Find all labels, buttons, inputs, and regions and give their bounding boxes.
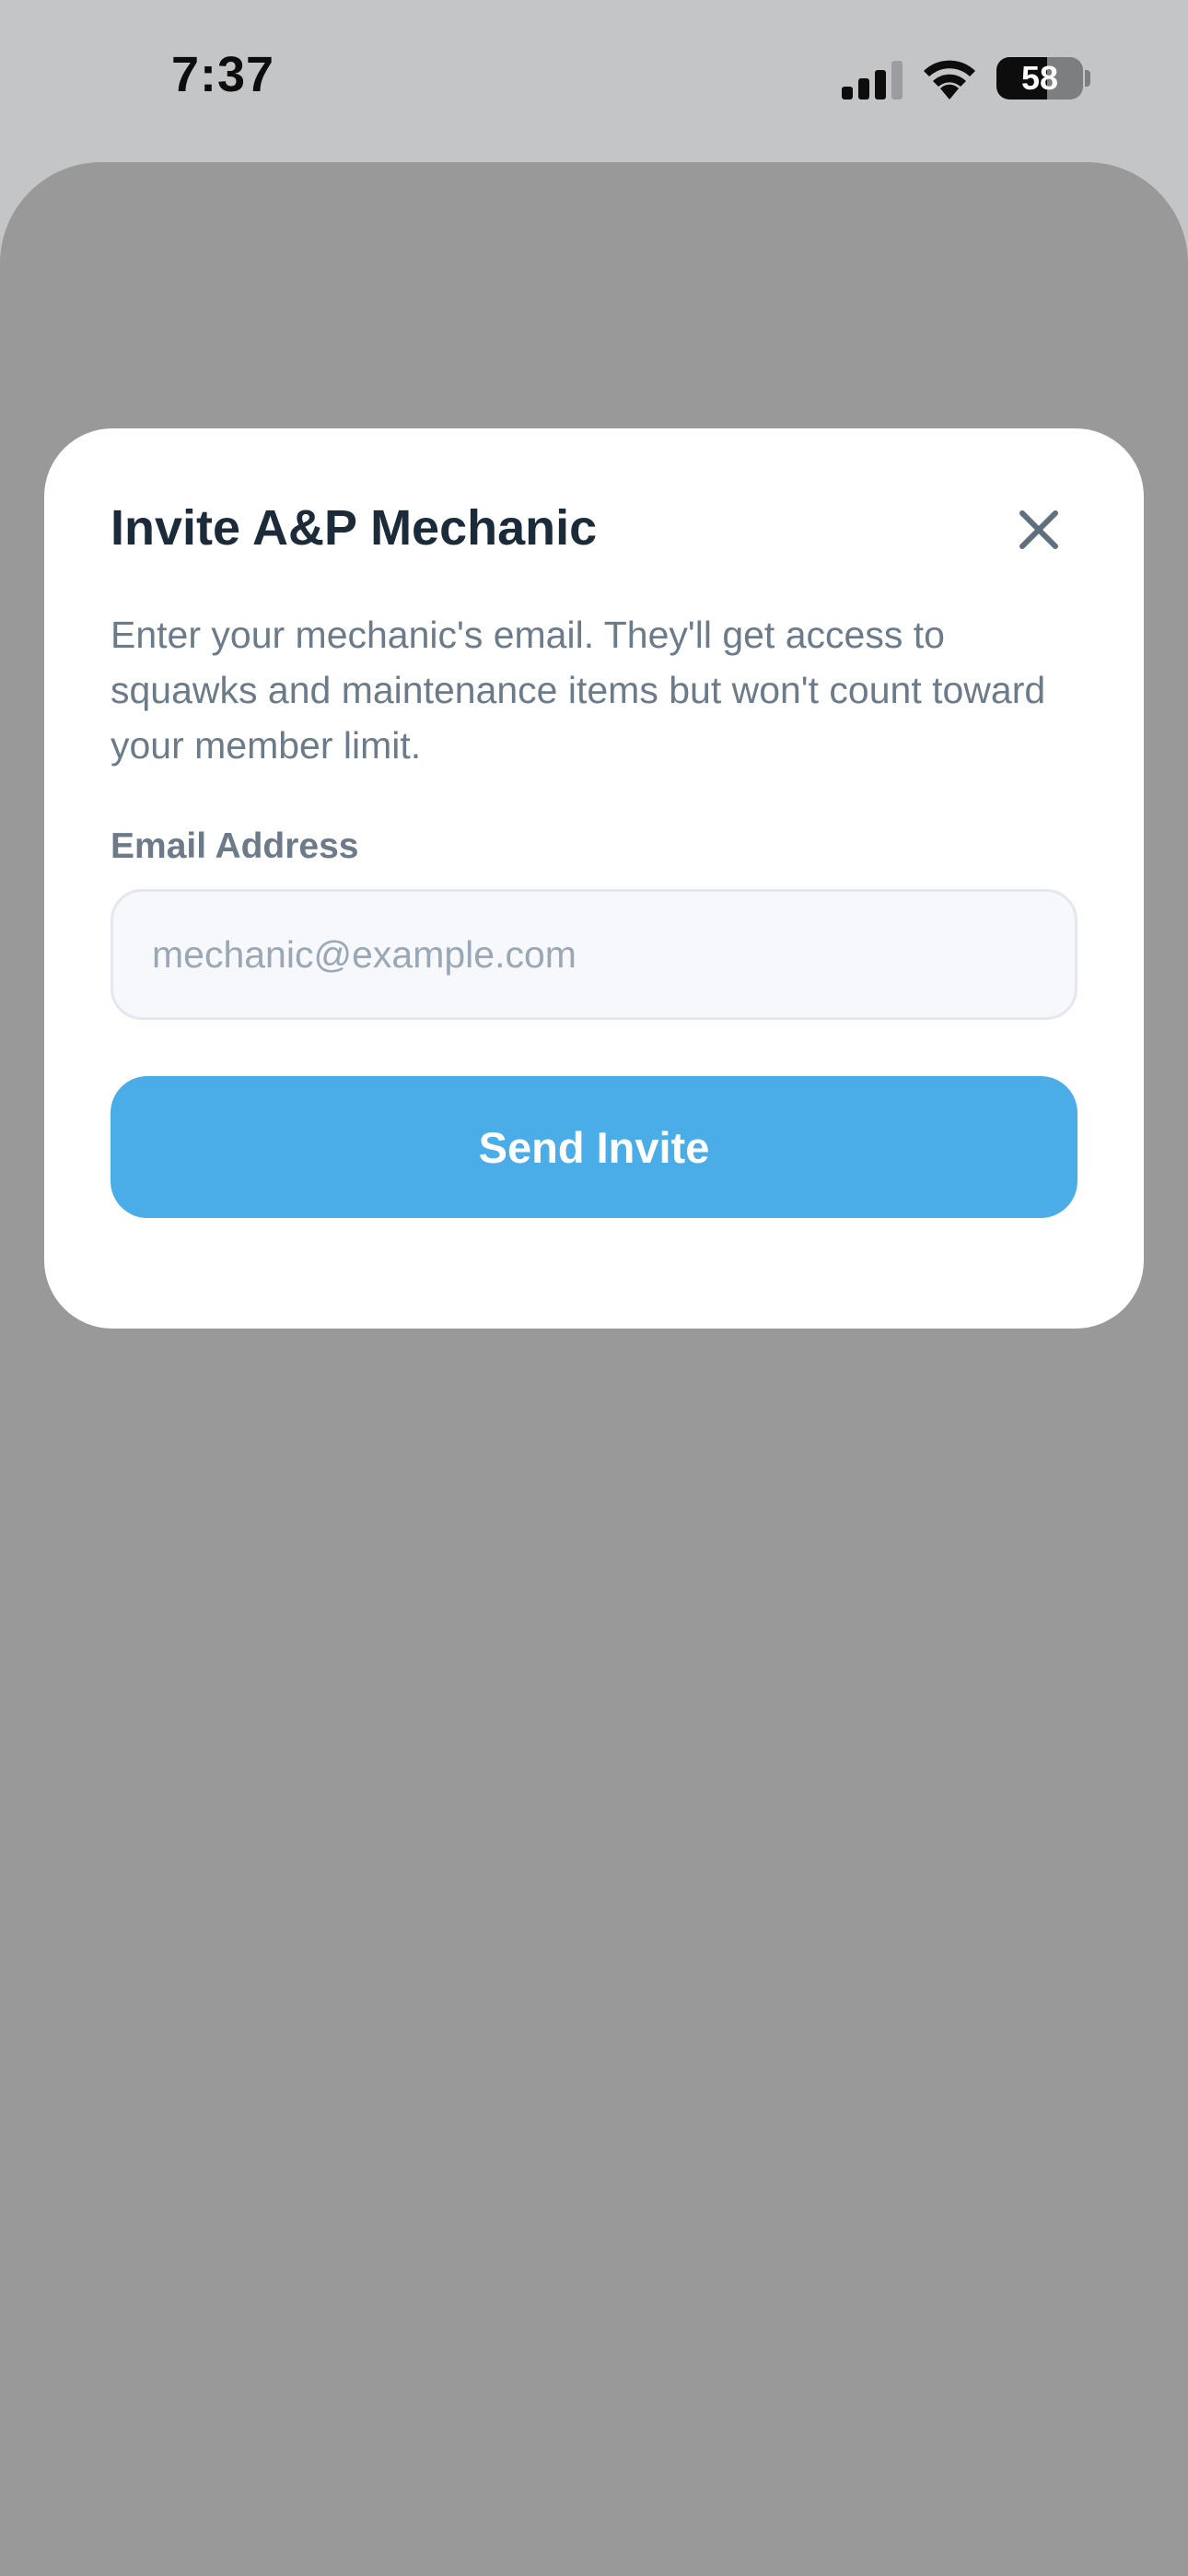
send-invite-button[interactable]: Send Invite — [111, 1076, 1077, 1218]
signal-icon — [842, 61, 903, 100]
status-time: 7:37 — [171, 47, 275, 102]
battery-cap — [1085, 70, 1090, 87]
close-icon — [1019, 510, 1058, 549]
wifi-icon — [924, 60, 975, 100]
status-bar: 7:37 58 — [0, 0, 1188, 162]
modal-description: Enter your mechanic's email. They'll get… — [111, 614, 1046, 767]
invite-mechanic-modal: Invite A&P Mechanic Enter your mechanic'… — [44, 428, 1144, 1329]
modal-title: Invite A&P Mechanic — [111, 500, 598, 556]
email-label: Email Address — [111, 826, 359, 866]
email-input[interactable] — [111, 889, 1077, 1020]
battery-level: 58 — [1020, 59, 1059, 97]
close-button[interactable] — [1013, 504, 1065, 556]
battery-icon: 58 — [996, 57, 1083, 100]
